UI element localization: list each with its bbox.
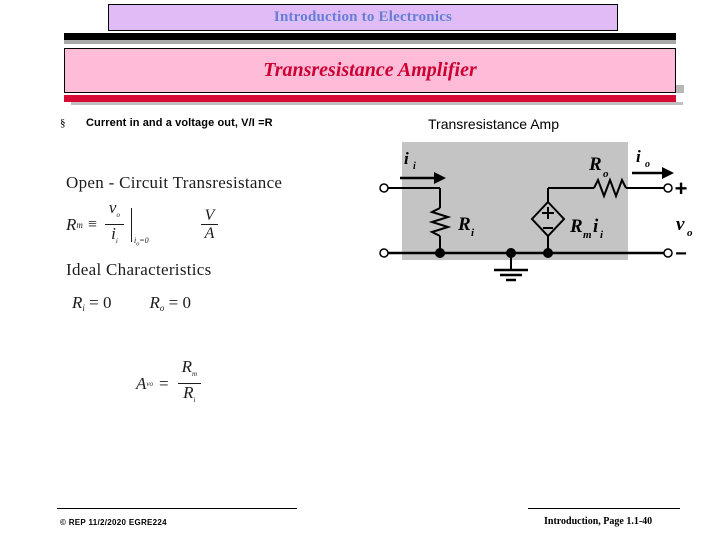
ideal-ri-value: = 0	[89, 293, 112, 312]
output-resistor-sub: o	[603, 168, 609, 180]
avo-numerator-var: R	[181, 357, 192, 376]
ideal-ri-symbol: R	[72, 293, 83, 312]
rm-denominator-sub: i	[115, 237, 118, 245]
source-label-i: i	[593, 216, 599, 237]
rm-equation: Rm ≡ vo ii io=0 V A	[66, 199, 386, 249]
circuit-diagram: i i R i R o i o R m i i + v o −	[376, 140, 706, 290]
output-current-label: i	[636, 147, 641, 166]
rm-fraction: vo ii	[104, 199, 124, 249]
avo-denominator: Ri	[179, 383, 199, 408]
slide-title-box: Introduction to Electronics	[108, 4, 618, 31]
avo-fraction: Rm Ri	[177, 357, 202, 408]
math-block: Open - Circuit Transresistance Rm ≡ vo i…	[66, 172, 386, 408]
avo-denominator-var: R	[183, 383, 194, 402]
output-resistor-label: R	[588, 154, 602, 175]
node-dot-source	[543, 248, 553, 258]
ideal-ro-symbol: R	[149, 293, 160, 312]
output-voltage-sub: o	[687, 227, 693, 239]
subtitle-box: Transresistance Amplifier	[64, 48, 676, 93]
avo-symbol: A	[136, 373, 147, 393]
ideal-ro: Ro = 0	[150, 293, 191, 313]
input-current-sub: i	[413, 161, 416, 172]
footer-left-rule	[57, 508, 297, 509]
ideal-ro-value: = 0	[168, 293, 191, 312]
ideal-ro-sub: o	[159, 303, 165, 313]
subtitle-box-shadow	[676, 85, 684, 93]
header-black-divider	[64, 33, 676, 40]
source-label-r: R	[569, 216, 583, 237]
open-circuit-heading: Open - Circuit Transresistance	[66, 173, 283, 192]
footer-right-rule	[528, 508, 680, 509]
input-current-label: i	[404, 149, 409, 168]
header-red-divider	[64, 95, 676, 102]
output-voltage-label: v	[676, 214, 685, 235]
output-minus-sign: −	[675, 243, 687, 265]
ideal-ri-sub: i	[82, 303, 85, 313]
avo-sub: vo	[146, 379, 153, 388]
source-sub-m: m	[583, 229, 592, 241]
footer-left-text: © REP 11/2/2020 EGRE224	[60, 518, 167, 527]
node-dot-input	[435, 248, 445, 258]
header-gray-divider	[64, 40, 676, 44]
footer-right-text: Introduction, Page 1.1-40	[544, 516, 653, 527]
rm-evaluation-bar	[130, 207, 132, 242]
ideal-ri: Ri = 0	[72, 293, 112, 313]
terminal-output-top	[663, 183, 673, 193]
subtitle-text: Transresistance Amplifier	[263, 59, 477, 81]
avo-numerator: Rm	[178, 357, 201, 382]
ideal-characteristics-heading: Ideal Characteristics	[66, 260, 212, 279]
bullet-text: Current in and a voltage out, V/I =R	[86, 117, 273, 129]
rm-condition-value: =0	[139, 236, 149, 246]
terminal-input-top	[379, 183, 389, 193]
ideal-values-row: Ri = 0 Ro = 0	[72, 293, 386, 313]
avo-equals: =	[159, 373, 169, 393]
units-fraction: V A	[200, 207, 219, 242]
avo-numerator-sub: m	[191, 370, 198, 378]
avo-denominator-sub: i	[193, 396, 196, 404]
terminal-output-bottom	[663, 248, 673, 258]
node-dot-ground	[506, 248, 516, 258]
terminal-input-bottom	[379, 248, 389, 258]
units-denominator: A	[204, 225, 215, 242]
header-red-divider-shadow	[71, 102, 683, 105]
input-resistor-label: R	[457, 214, 471, 235]
output-plus-sign: +	[675, 176, 688, 201]
rm-numerator: vo	[105, 199, 124, 223]
units-numerator: V	[204, 207, 215, 224]
circuit-title: Transresistance Amp	[428, 116, 559, 132]
avo-equation: Avo = Rm Ri	[136, 357, 386, 408]
page-title: Introduction to Electronics	[273, 9, 453, 25]
output-current-arrow-head	[662, 167, 674, 179]
rm-denominator: ii	[107, 225, 122, 249]
rm-symbol: R	[66, 214, 77, 234]
rm-relation: ≡	[87, 215, 97, 233]
bullet-row: § Current in and a voltage out, V/I =R	[60, 116, 273, 130]
rm-condition: io=0	[134, 236, 149, 249]
bullet-marker-icon: §	[60, 117, 66, 129]
output-current-sub: o	[645, 159, 650, 170]
rm-numerator-sub: o	[116, 211, 120, 219]
rm-subscript: m	[76, 219, 83, 230]
